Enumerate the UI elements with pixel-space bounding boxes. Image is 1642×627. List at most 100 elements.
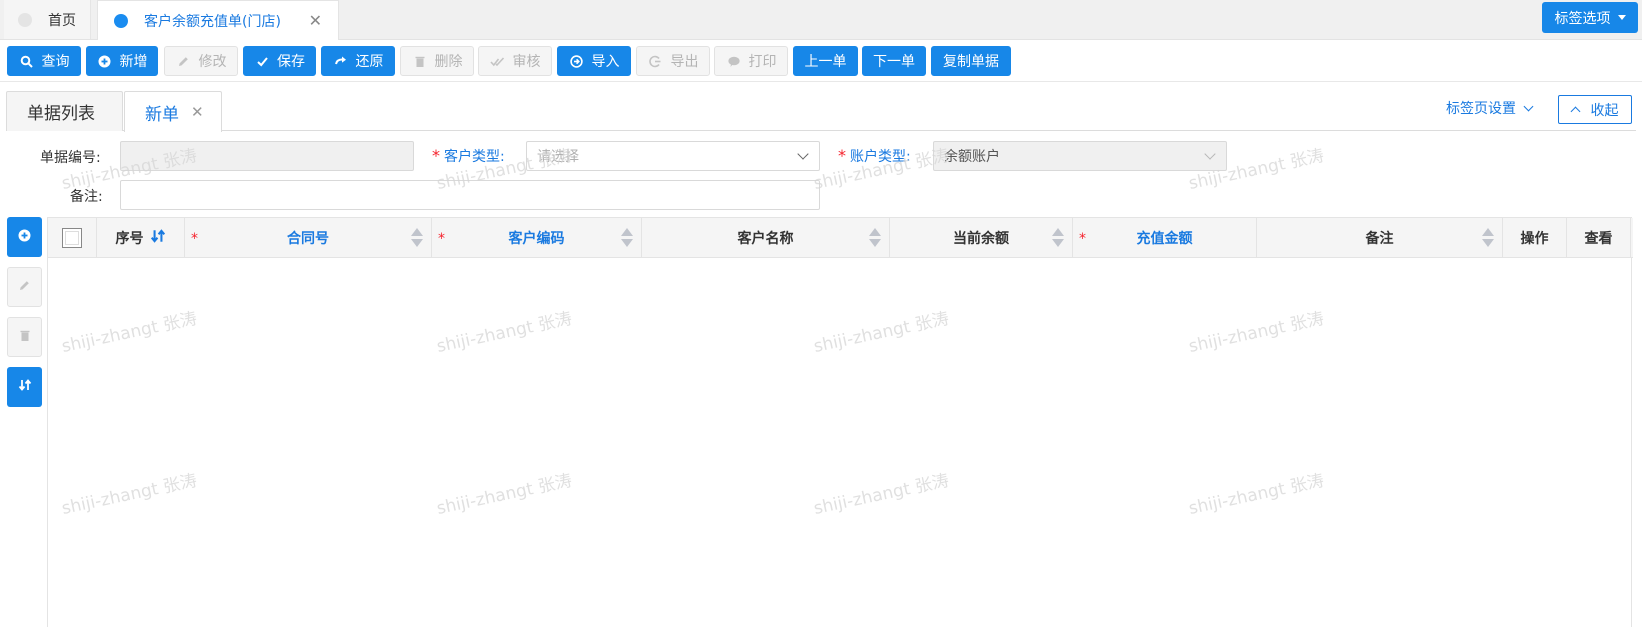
next-doc-button-label: 下一单	[873, 54, 915, 70]
account-type-value: 余额账户	[944, 149, 1000, 165]
delete-button[interactable]: 删除	[400, 46, 474, 76]
print-button[interactable]: 打印	[714, 46, 788, 76]
audit-button[interactable]: 审核	[478, 46, 552, 76]
refresh-icon[interactable]	[150, 228, 166, 248]
refresh-rows-button[interactable]	[7, 367, 42, 407]
save-button-label: 保存	[277, 54, 305, 70]
grid-header-view: 查看	[1567, 218, 1631, 258]
tab-new-doc[interactable]: 新单 ✕	[124, 91, 222, 132]
close-icon[interactable]: ✕	[191, 103, 204, 121]
required-mark: *	[838, 146, 846, 165]
column-label: 序号	[115, 231, 144, 247]
chevron-down-icon	[797, 148, 809, 160]
app-tab-label: 客户余额充值单(门店)	[144, 13, 281, 30]
next-doc-button[interactable]: 下一单	[862, 46, 926, 76]
delete-button-label: 删除	[434, 54, 463, 70]
sort-icon[interactable]	[621, 228, 633, 248]
add-row-button[interactable]	[7, 217, 42, 257]
grid-header-operation: 操作	[1503, 218, 1567, 258]
edit-button-label: 修改	[198, 54, 227, 70]
prev-doc-button[interactable]: 上一单	[793, 46, 858, 76]
export-button-label: 导出	[670, 54, 699, 70]
tab-doc-list[interactable]: 单据列表	[6, 91, 123, 131]
doc-sub-tabs: 单据列表 新单 ✕	[6, 91, 1636, 132]
account-type-label-group: * 账户类型:	[838, 146, 911, 166]
import-button[interactable]: 导入	[557, 46, 631, 76]
recharge-detail-grid: 序号 * 合同号 * 客户编码 客户名称 当前余额 * 充值金额 备注 操作 查…	[47, 217, 1633, 627]
remark-label: 备注:	[70, 189, 103, 205]
sort-icon[interactable]	[411, 228, 423, 248]
grid-header-current-balance[interactable]: 当前余额	[890, 218, 1073, 258]
grid-body	[48, 258, 1633, 627]
collapse-label: 收起	[1590, 102, 1619, 119]
app-tab-label: 首页	[48, 12, 76, 29]
customer-type-label-group: * 客户类型:	[432, 146, 505, 166]
edit-button[interactable]: 修改	[164, 46, 238, 76]
select-all-checkbox[interactable]	[62, 228, 82, 248]
grid-header-remark[interactable]: 备注	[1257, 218, 1503, 258]
doc-no-label: 单据编号:	[40, 150, 101, 166]
customer-type-placeholder: 请选择	[537, 149, 579, 165]
column-label: 客户名称	[737, 231, 794, 247]
column-label: 当前余额	[953, 231, 1009, 247]
tab-new-doc-label: 新单	[145, 104, 179, 125]
add-button-label: 新增	[119, 54, 148, 70]
app-tab-recharge[interactable]: 客户余额充值单(门店) ✕	[97, 0, 339, 40]
toolbar: 查询 新增 修改 保存 还原 删除 审核 导入 导出 打印 上一单 下一单 复制…	[0, 41, 1642, 82]
close-icon[interactable]: ✕	[309, 11, 322, 30]
tab-doc-list-label: 单据列表	[27, 104, 95, 124]
grid-header-select-all[interactable]	[48, 218, 97, 258]
restore-button[interactable]: 还原	[321, 46, 395, 76]
query-button[interactable]: 查询	[7, 46, 81, 76]
remark-field[interactable]	[120, 180, 820, 210]
restore-button-label: 还原	[355, 54, 384, 70]
app-tab-home[interactable]: 首页	[4, 0, 91, 39]
chevron-up-icon	[1570, 106, 1580, 117]
sort-icon[interactable]	[869, 228, 881, 248]
trash-icon	[19, 329, 31, 346]
copy-doc-button[interactable]: 复制单据	[931, 46, 1011, 76]
column-label: 操作	[1520, 231, 1549, 247]
grid-header-recharge-amount[interactable]: * 充值金额	[1073, 218, 1257, 258]
search-icon	[19, 53, 35, 69]
account-type-select[interactable]: 余额账户	[933, 141, 1227, 171]
delete-row-button[interactable]	[7, 317, 42, 357]
required-mark: *	[438, 231, 445, 247]
account-type-label: 账户类型:	[850, 149, 911, 165]
chevron-down-icon	[1204, 148, 1216, 160]
pencil-icon	[176, 53, 192, 69]
customer-type-select[interactable]: 请选择	[526, 141, 820, 171]
tab-status-icon	[114, 13, 128, 28]
required-mark: *	[191, 231, 198, 247]
required-mark: *	[1079, 231, 1086, 247]
doc-no-field[interactable]	[120, 141, 414, 171]
tag-options-label: 标签选项	[1554, 10, 1611, 27]
edit-row-button[interactable]	[7, 267, 42, 307]
sort-icon[interactable]	[1482, 228, 1494, 248]
import-button-label: 导入	[591, 54, 620, 70]
add-button[interactable]: 新增	[86, 46, 158, 76]
copy-doc-button-label: 复制单据	[943, 54, 999, 70]
grid-header-contract-no[interactable]: * 合同号	[185, 218, 432, 258]
print-button-label: 打印	[748, 54, 777, 70]
chevron-down-icon	[1523, 101, 1534, 111]
grid-header-customer-name[interactable]: 客户名称	[642, 218, 890, 258]
tab-status-icon	[18, 12, 32, 27]
export-icon	[648, 53, 664, 69]
grid-header-customer-code[interactable]: * 客户编码	[432, 218, 642, 258]
prev-doc-button-label: 上一单	[804, 54, 847, 70]
tag-options-button[interactable]: 标签选项	[1542, 2, 1638, 33]
required-mark: *	[432, 146, 440, 165]
collapse-button[interactable]: 收起	[1558, 95, 1632, 124]
export-button[interactable]: 导出	[636, 46, 710, 76]
grid-header: 序号 * 合同号 * 客户编码 客户名称 当前余额 * 充值金额 备注 操作 查…	[48, 218, 1633, 258]
double-check-icon	[490, 53, 506, 69]
caret-down-icon	[1617, 15, 1626, 20]
customer-type-label: 客户类型:	[444, 149, 505, 165]
tab-settings-dropdown[interactable]: 标签页设置	[1446, 98, 1534, 118]
sort-icon[interactable]	[1052, 228, 1064, 248]
refresh-icon	[18, 378, 32, 396]
pencil-icon	[18, 279, 31, 296]
column-label: 充值金额	[1136, 231, 1193, 247]
save-button[interactable]: 保存	[243, 46, 316, 76]
